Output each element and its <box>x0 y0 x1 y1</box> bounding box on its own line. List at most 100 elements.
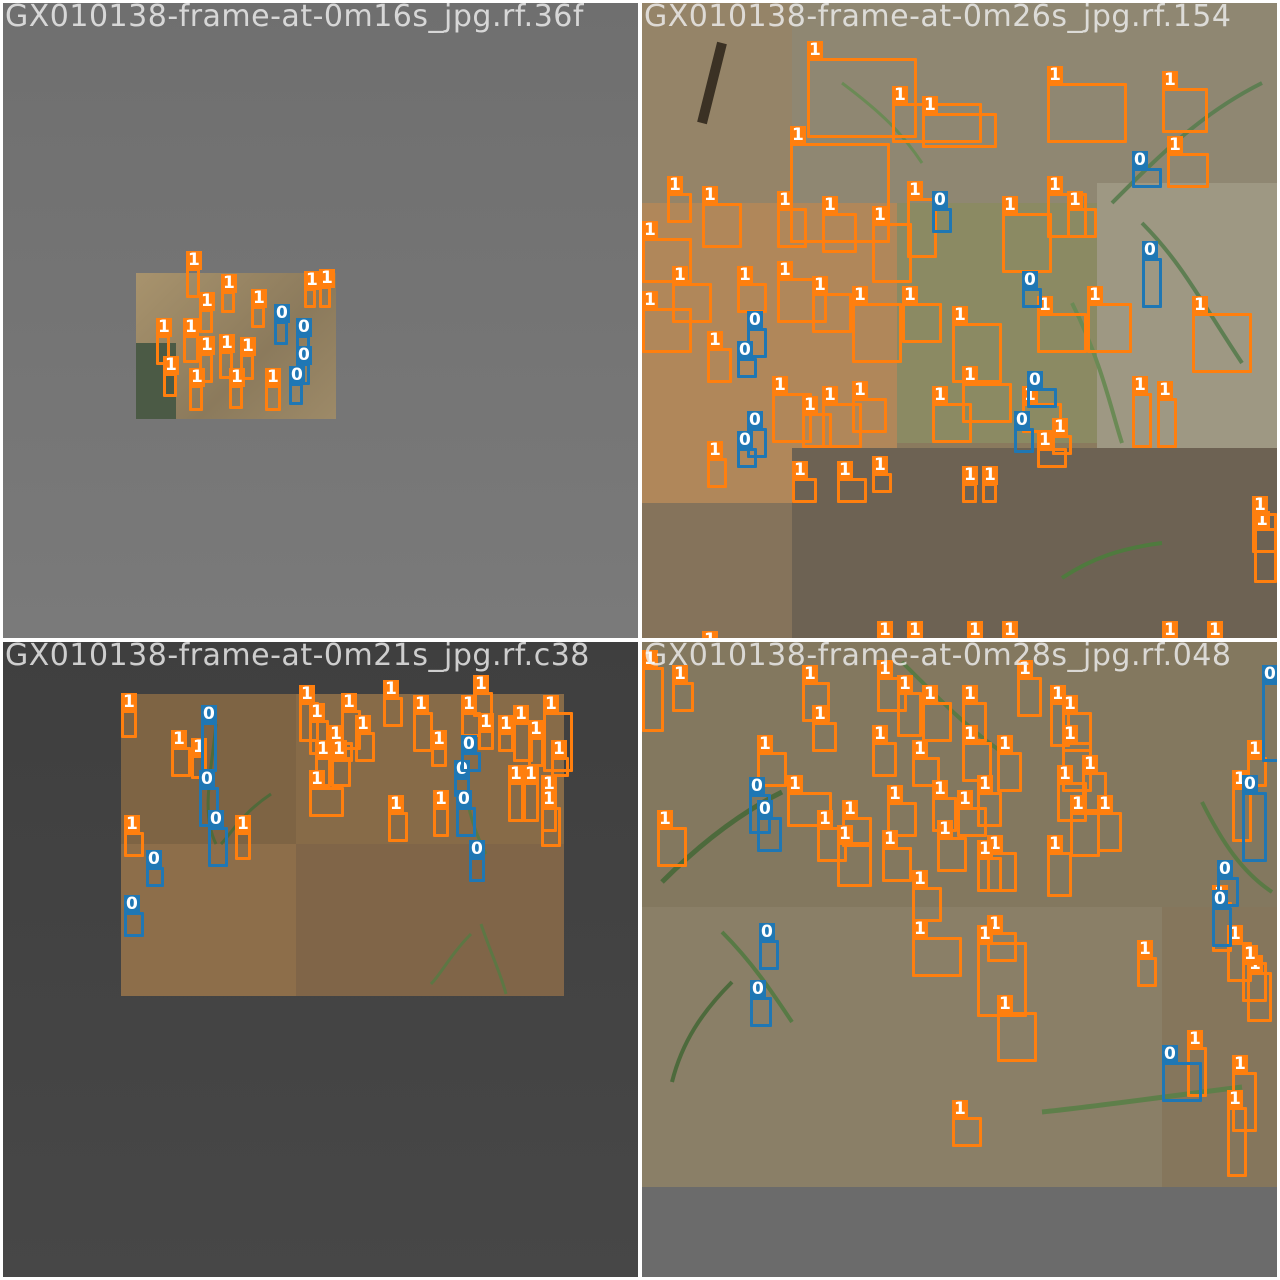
detection-box: 1 <box>1132 376 1152 448</box>
class-label: 1 <box>812 704 828 724</box>
class-label: 1 <box>997 734 1013 754</box>
class-label: 1 <box>1232 1054 1248 1074</box>
class-label: 1 <box>199 291 215 311</box>
class-label: 1 <box>319 268 335 288</box>
tile-title: GX010138-frame-at-0m16s_jpg.rf.36f <box>5 3 584 34</box>
class-label: 1 <box>551 739 567 759</box>
class-label: 1 <box>702 631 718 638</box>
detection-box: 0 <box>1027 371 1057 408</box>
detection-box: 1 <box>902 286 942 343</box>
detection-box: 1 <box>1057 765 1087 822</box>
class-label: 0 <box>274 303 290 323</box>
mosaic-tile-3: GX010138-frame-at-0m28s_jpg.rf.048 11111… <box>642 642 1277 1277</box>
detection-box: 1 <box>433 790 449 837</box>
detection-box: 1 <box>478 713 494 750</box>
class-label: 0 <box>469 839 485 859</box>
class-label: 1 <box>707 440 723 460</box>
class-label: 0 <box>1262 664 1277 684</box>
detection-box: 0 <box>124 895 144 937</box>
class-label: 1 <box>461 694 477 714</box>
class-label: 1 <box>792 460 808 480</box>
detection-box: 1 <box>121 693 137 738</box>
class-label: 1 <box>1047 834 1063 854</box>
detection-box: 1 <box>852 286 902 363</box>
detection-box: 1 <box>777 191 807 248</box>
class-label: 1 <box>229 367 245 387</box>
class-label: 1 <box>341 692 357 712</box>
detection-box: 1 <box>837 825 872 887</box>
class-label: 1 <box>240 336 256 356</box>
class-label: 0 <box>296 317 312 337</box>
class-label: 1 <box>772 375 788 395</box>
class-label: 1 <box>124 814 140 834</box>
class-label: 0 <box>750 979 766 999</box>
class-label: 1 <box>667 175 683 195</box>
detection-box: 0 <box>737 431 757 468</box>
class-label: 1 <box>997 994 1013 1014</box>
class-label: 1 <box>777 260 793 280</box>
detection-box: 1 <box>1067 191 1097 238</box>
class-label: 1 <box>1247 739 1263 759</box>
class-label: 1 <box>642 220 658 240</box>
detection-box: 0 <box>757 800 782 852</box>
class-label: 1 <box>737 265 753 285</box>
detection-box: 1 <box>508 765 524 822</box>
detection-box: 1 <box>355 715 375 762</box>
class-label: 1 <box>478 712 494 732</box>
tile-title: GX010138-frame-at-0m26s_jpg.rf.154 <box>644 3 1232 34</box>
class-label: 1 <box>355 714 371 734</box>
class-label: 0 <box>747 310 763 330</box>
detection-box: 0 <box>1262 665 1277 762</box>
class-label: 1 <box>822 195 838 215</box>
detection-box: 0 <box>1014 411 1034 453</box>
detection-box: 1 <box>304 271 320 308</box>
class-label: 1 <box>413 694 429 714</box>
class-label: 1 <box>672 265 688 285</box>
class-label: 1 <box>508 764 524 784</box>
detection-box: 0 <box>1212 890 1232 947</box>
class-label: 1 <box>952 305 968 325</box>
class-label: 1 <box>817 809 833 829</box>
detection-box: 1 <box>124 815 144 857</box>
detection-box: 1 <box>1167 136 1209 188</box>
detection-boxes: 1111111111111111111111111111111111111111… <box>642 3 1277 638</box>
class-label: 1 <box>315 739 331 759</box>
class-label: 1 <box>962 684 978 704</box>
class-label: 1 <box>852 380 868 400</box>
class-label: 1 <box>1157 380 1173 400</box>
mosaic-tile-2: GX010138-frame-at-0m21s_jpg.rf.c38 11111… <box>3 642 638 1277</box>
class-label: 1 <box>977 774 993 794</box>
class-label: 1 <box>1132 375 1148 395</box>
class-label: 1 <box>842 799 858 819</box>
class-label: 1 <box>837 460 853 480</box>
class-label: 1 <box>433 789 449 809</box>
class-label: 1 <box>156 317 172 337</box>
detection-box: 0 <box>1162 1045 1202 1102</box>
detection-box: 1 <box>383 680 403 727</box>
detection-box: 1 <box>183 318 199 363</box>
mosaic-tile-1: GX010138-frame-at-0m26s_jpg.rf.154 11111… <box>642 3 1277 638</box>
detection-box: 1 <box>388 795 408 842</box>
detection-box: 1 <box>1242 945 1267 1002</box>
class-label: 1 <box>251 288 267 308</box>
class-label: 1 <box>802 395 818 415</box>
detection-box: 1 <box>1047 66 1127 143</box>
detection-box: 1 <box>189 368 205 411</box>
detection-box: 1 <box>672 665 694 712</box>
class-label: 1 <box>962 724 978 744</box>
detection-box: 1 <box>642 291 692 353</box>
class-label: 1 <box>1067 190 1083 210</box>
class-label: 0 <box>1217 859 1233 879</box>
detection-box: 1 <box>707 331 732 383</box>
class-label: 0 <box>932 190 948 210</box>
detection-box: 1 <box>431 730 447 767</box>
detection-box: 1 <box>1252 496 1277 553</box>
detection-box: 1 <box>997 995 1037 1062</box>
class-label: 1 <box>912 739 928 759</box>
class-label: 1 <box>967 620 983 638</box>
class-label: 0 <box>1212 889 1228 909</box>
detection-box: 1 <box>977 775 1002 827</box>
class-label: 1 <box>1227 1089 1243 1109</box>
class-label: 1 <box>882 829 898 849</box>
detection-box: 1 <box>937 820 967 872</box>
